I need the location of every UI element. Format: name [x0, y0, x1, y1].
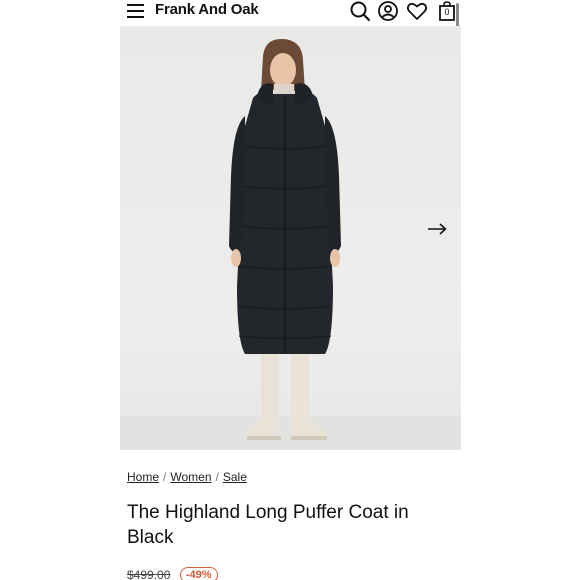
breadcrumb-separator: / — [163, 470, 167, 484]
search-icon[interactable] — [349, 0, 371, 22]
product-title: The Highland Long Puffer Coat in Black — [127, 502, 409, 548]
bag-count: 0 — [444, 7, 450, 17]
shopping-bag-button[interactable]: 0 — [436, 0, 458, 22]
discount-badge: -49% — [179, 566, 218, 580]
site-header: Frank And Oak 0 — [120, 0, 461, 78]
menu-icon[interactable] — [126, 2, 146, 20]
model-wearing-coat — [229, 38, 341, 440]
arrow-right-icon[interactable] — [426, 222, 448, 236]
breadcrumb-sale[interactable]: Sale — [223, 470, 247, 484]
left-margin — [0, 0, 120, 580]
breadcrumb-women[interactable]: Women — [170, 470, 211, 484]
right-margin — [461, 0, 580, 580]
breadcrumb-home[interactable]: Home — [127, 470, 159, 484]
product-image[interactable] — [120, 26, 461, 450]
account-icon[interactable] — [377, 0, 399, 22]
price-row: $499.00 -49% — [127, 566, 218, 580]
brand-logo[interactable]: Frank And Oak — [155, 1, 259, 18]
original-price: $499.00 — [127, 567, 171, 580]
heart-icon[interactable] — [406, 0, 428, 22]
mobile-page: Frank And Oak 0 Home / Women / Sale The … — [120, 0, 461, 580]
breadcrumb-separator: / — [215, 470, 219, 484]
breadcrumb: Home / Women / Sale — [127, 470, 247, 484]
